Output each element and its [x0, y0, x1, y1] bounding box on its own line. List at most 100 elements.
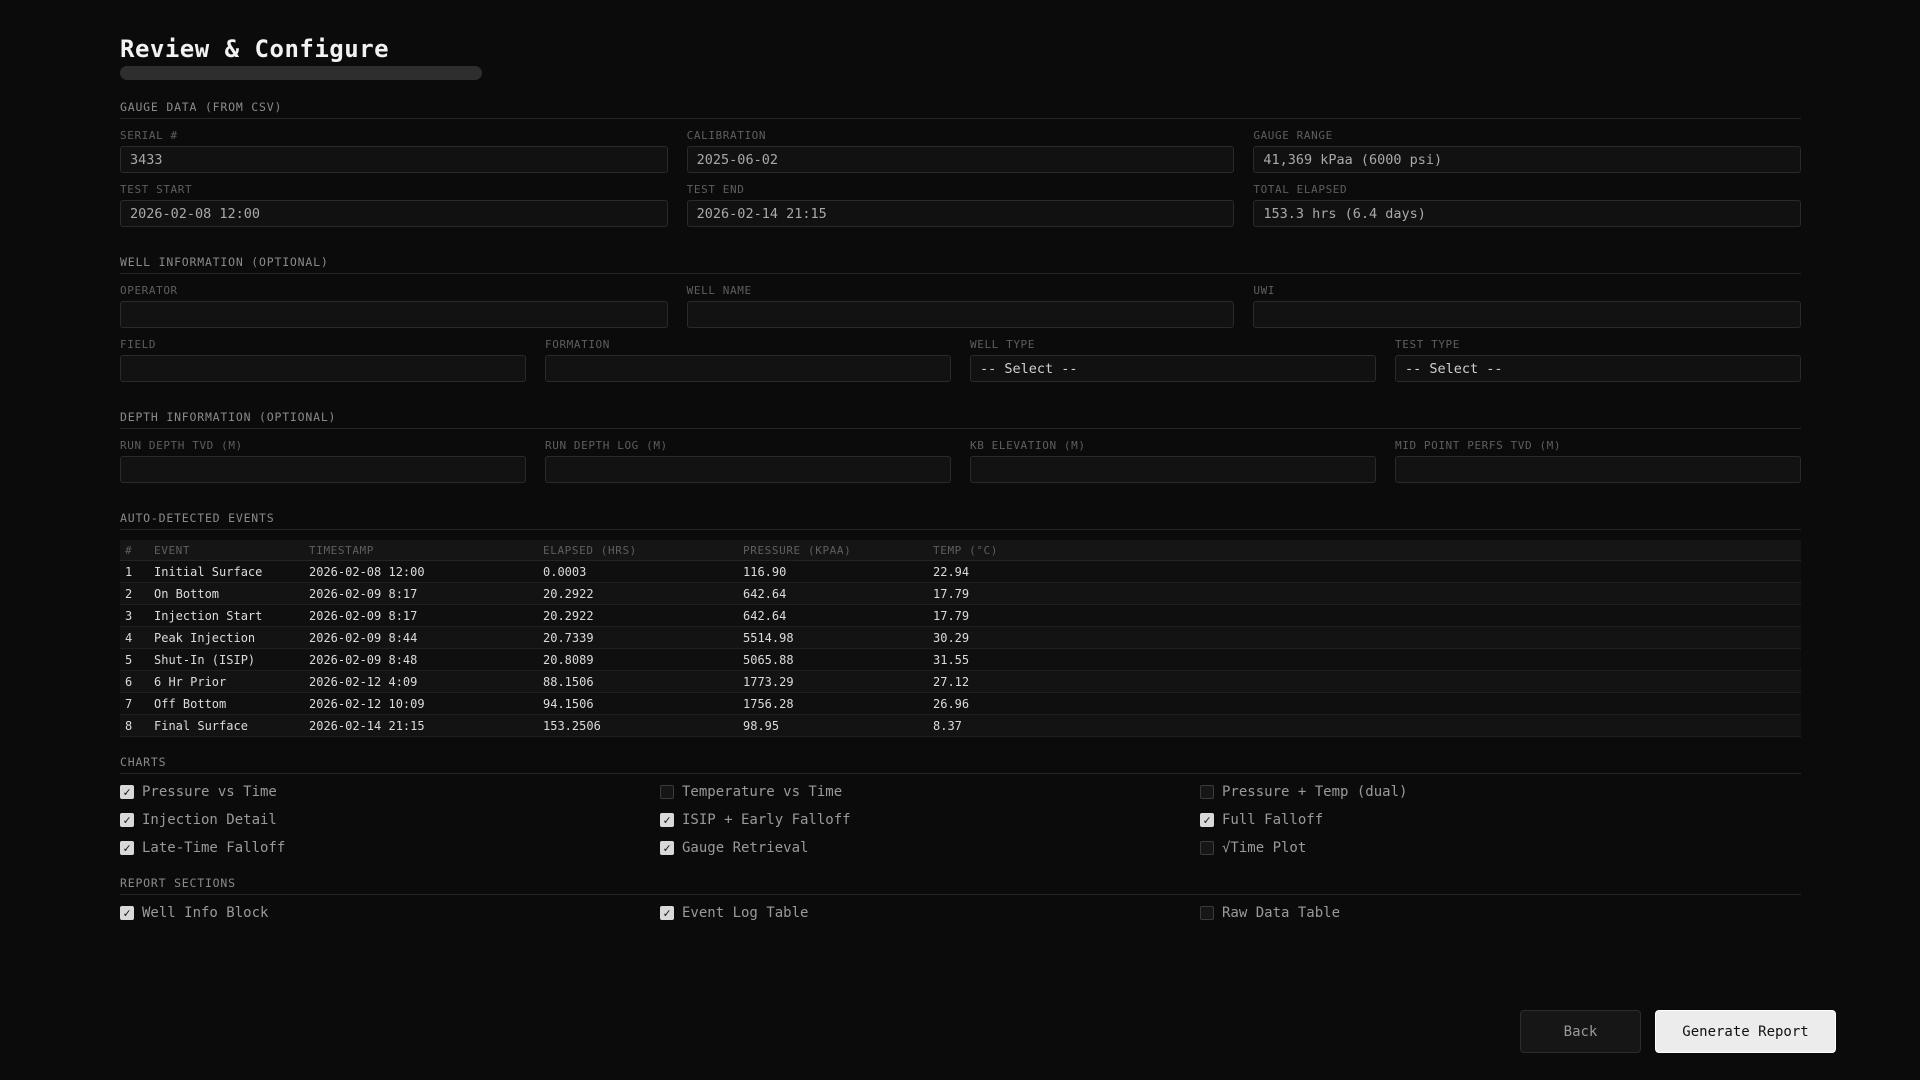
report-section-title: REPORT SECTIONS — [120, 876, 1801, 895]
event-timestamp: 2026-02-09 8:17 — [304, 582, 538, 605]
checkbox-option[interactable]: √Time Plot — [1200, 840, 1801, 856]
test-end-label: TEST END — [686, 183, 745, 196]
checkbox-option[interactable]: ✓ Injection Detail — [120, 812, 660, 828]
well-type-field: WELL TYPE -- Select -- — [970, 338, 1376, 382]
event-timestamp: 2026-02-12 4:09 — [304, 670, 538, 693]
col-event: EVENT — [149, 540, 304, 561]
event-elapsed: 153.2506 — [538, 714, 738, 737]
well-type-label: WELL TYPE — [970, 338, 1036, 351]
kb-elevation-input[interactable] — [970, 456, 1376, 483]
checkbox-label: Late-Time Falloff — [142, 840, 286, 856]
event-temp: 17.79 — [928, 582, 1801, 605]
checkbox-unchecked-icon[interactable] — [1200, 906, 1214, 920]
operator-input[interactable] — [120, 301, 668, 328]
checkbox-option[interactable]: ✓ Gauge Retrieval — [660, 840, 1200, 856]
well-name-field: WELL NAME — [686, 284, 1235, 328]
back-button[interactable]: Back — [1520, 1010, 1641, 1053]
checkbox-option[interactable]: ✓ ISIP + Early Falloff — [660, 812, 1200, 828]
checkbox-checked-icon[interactable]: ✓ — [660, 813, 674, 827]
checkbox-option[interactable]: Raw Data Table — [1200, 905, 1801, 921]
gauge-range-label: GAUGE RANGE — [1253, 129, 1333, 142]
event-number: 5 — [120, 648, 149, 671]
checkbox-option[interactable]: Temperature vs Time — [660, 784, 1200, 800]
checkbox-option[interactable]: ✓ Pressure vs Time — [120, 784, 660, 800]
calibration-label: CALIBRATION — [686, 129, 767, 142]
checkbox-checked-icon[interactable]: ✓ — [120, 813, 134, 827]
well-name-input[interactable] — [686, 301, 1235, 328]
event-number: 6 — [120, 670, 149, 693]
checkbox-option[interactable]: Pressure + Temp (dual) — [1200, 784, 1801, 800]
checkbox-option[interactable]: ✓ Full Falloff — [1200, 812, 1801, 828]
event-pressure: 1773.29 — [738, 670, 928, 693]
event-timestamp: 2026-02-09 8:48 — [304, 648, 538, 671]
operator-label: OPERATOR — [120, 284, 178, 297]
checkbox-checked-icon[interactable]: ✓ — [660, 841, 674, 855]
formation-input[interactable] — [545, 355, 951, 382]
mid-point-perfs-label: MID POINT PERFS TVD (M) — [1395, 439, 1562, 452]
table-row: 8 Final Surface 2026-02-14 21:15 153.2506 98… — [120, 714, 1801, 737]
event-number: 1 — [120, 560, 149, 583]
field-input[interactable] — [120, 355, 526, 382]
well-type-select[interactable]: -- Select -- — [970, 355, 1376, 382]
test-type-select[interactable]: -- Select -- — [1395, 355, 1801, 382]
run-depth-tvd-label: RUN DEPTH TVD (M) — [120, 439, 243, 452]
kb-elevation-field: KB ELEVATION (M) — [970, 439, 1376, 483]
test-start-label: TEST START — [120, 183, 193, 196]
progress-bar — [120, 66, 482, 80]
report-checklist: ✓ Well Info Block ✓ Event Log Table Raw Data… — [120, 905, 1801, 921]
event-name: 6 Hr Prior — [149, 670, 304, 693]
table-row: 5 Shut-In (ISIP) 2026-02-09 8:48 20.8089 506… — [120, 648, 1801, 671]
checkbox-option[interactable]: ✓ Well Info Block — [120, 905, 660, 921]
event-name: Shut-In (ISIP) — [149, 648, 304, 671]
col-number: # — [120, 540, 149, 561]
event-name: On Bottom — [149, 582, 304, 605]
page-title: Review & Configure — [120, 35, 390, 63]
well-name-label: WELL NAME — [686, 284, 752, 297]
depth-section-title: DEPTH INFORMATION (OPTIONAL) — [120, 410, 1801, 429]
charts-checklist: ✓ Pressure vs Time Temperature vs Time Pres… — [120, 784, 1801, 856]
uwi-input[interactable] — [1253, 301, 1802, 328]
checkbox-option[interactable]: ✓ Event Log Table — [660, 905, 1200, 921]
gauge-range-field: GAUGE RANGE 41,369 kPaa (6000 psi) — [1253, 129, 1802, 173]
checkbox-option[interactable]: ✓ Late-Time Falloff — [120, 840, 660, 856]
total-elapsed-field: TOTAL ELAPSED 153.3 hrs (6.4 days) — [1253, 183, 1802, 227]
total-elapsed-value: 153.3 hrs (6.4 days) — [1253, 200, 1802, 227]
checkbox-checked-icon[interactable]: ✓ — [1200, 813, 1214, 827]
checkbox-unchecked-icon[interactable] — [1200, 785, 1214, 799]
event-temp: 30.29 — [928, 626, 1801, 649]
total-elapsed-label: TOTAL ELAPSED — [1253, 183, 1348, 196]
event-name: Initial Surface — [149, 560, 304, 583]
run-depth-log-input[interactable] — [545, 456, 951, 483]
checkbox-label: Event Log Table — [682, 905, 809, 921]
col-pressure: PRESSURE (KPAA) — [738, 540, 928, 561]
checkbox-checked-icon[interactable]: ✓ — [120, 841, 134, 855]
event-timestamp: 2026-02-12 10:09 — [304, 692, 538, 715]
table-row: 4 Peak Injection 2026-02-09 8:44 20.7339 551… — [120, 626, 1801, 649]
table-row: 66 Hr Prior 2026-02-12 4:09 88.1506 1773.29… — [120, 670, 1801, 693]
mid-point-perfs-input[interactable] — [1395, 456, 1801, 483]
checkbox-unchecked-icon[interactable] — [1200, 841, 1214, 855]
test-start-value: 2026-02-08 12:00 — [120, 200, 668, 227]
checkbox-label: ISIP + Early Falloff — [682, 812, 851, 828]
event-temp: 31.55 — [928, 648, 1801, 671]
test-type-field: TEST TYPE -- Select -- — [1395, 338, 1801, 382]
event-temp: 17.79 — [928, 604, 1801, 627]
event-pressure: 642.64 — [738, 582, 928, 605]
checkbox-label: Full Falloff — [1222, 812, 1324, 828]
table-row: 3 Injection Start 2026-02-09 8:17 20.2922 64… — [120, 604, 1801, 627]
events-table: # EVENT TIMESTAMP ELAPSED (HRS) PRESSURE… — [120, 540, 1801, 737]
checkbox-label: Well Info Block — [142, 905, 269, 921]
checkbox-checked-icon[interactable]: ✓ — [660, 906, 674, 920]
event-timestamp: 2026-02-09 8:44 — [304, 626, 538, 649]
checkbox-checked-icon[interactable]: ✓ — [120, 906, 134, 920]
well-section-title: WELL INFORMATION (OPTIONAL) — [120, 255, 1801, 274]
kb-elevation-label: KB ELEVATION (M) — [970, 439, 1086, 452]
event-pressure: 1756.28 — [738, 692, 928, 715]
checkbox-unchecked-icon[interactable] — [660, 785, 674, 799]
generate-report-button[interactable]: Generate Report — [1655, 1010, 1836, 1053]
event-timestamp: 2026-02-09 8:17 — [304, 604, 538, 627]
checkbox-checked-icon[interactable]: ✓ — [120, 785, 134, 799]
run-depth-tvd-input[interactable] — [120, 456, 526, 483]
field-label: FIELD — [120, 338, 157, 351]
events-section-title: AUTO-DETECTED EVENTS — [120, 511, 1801, 530]
